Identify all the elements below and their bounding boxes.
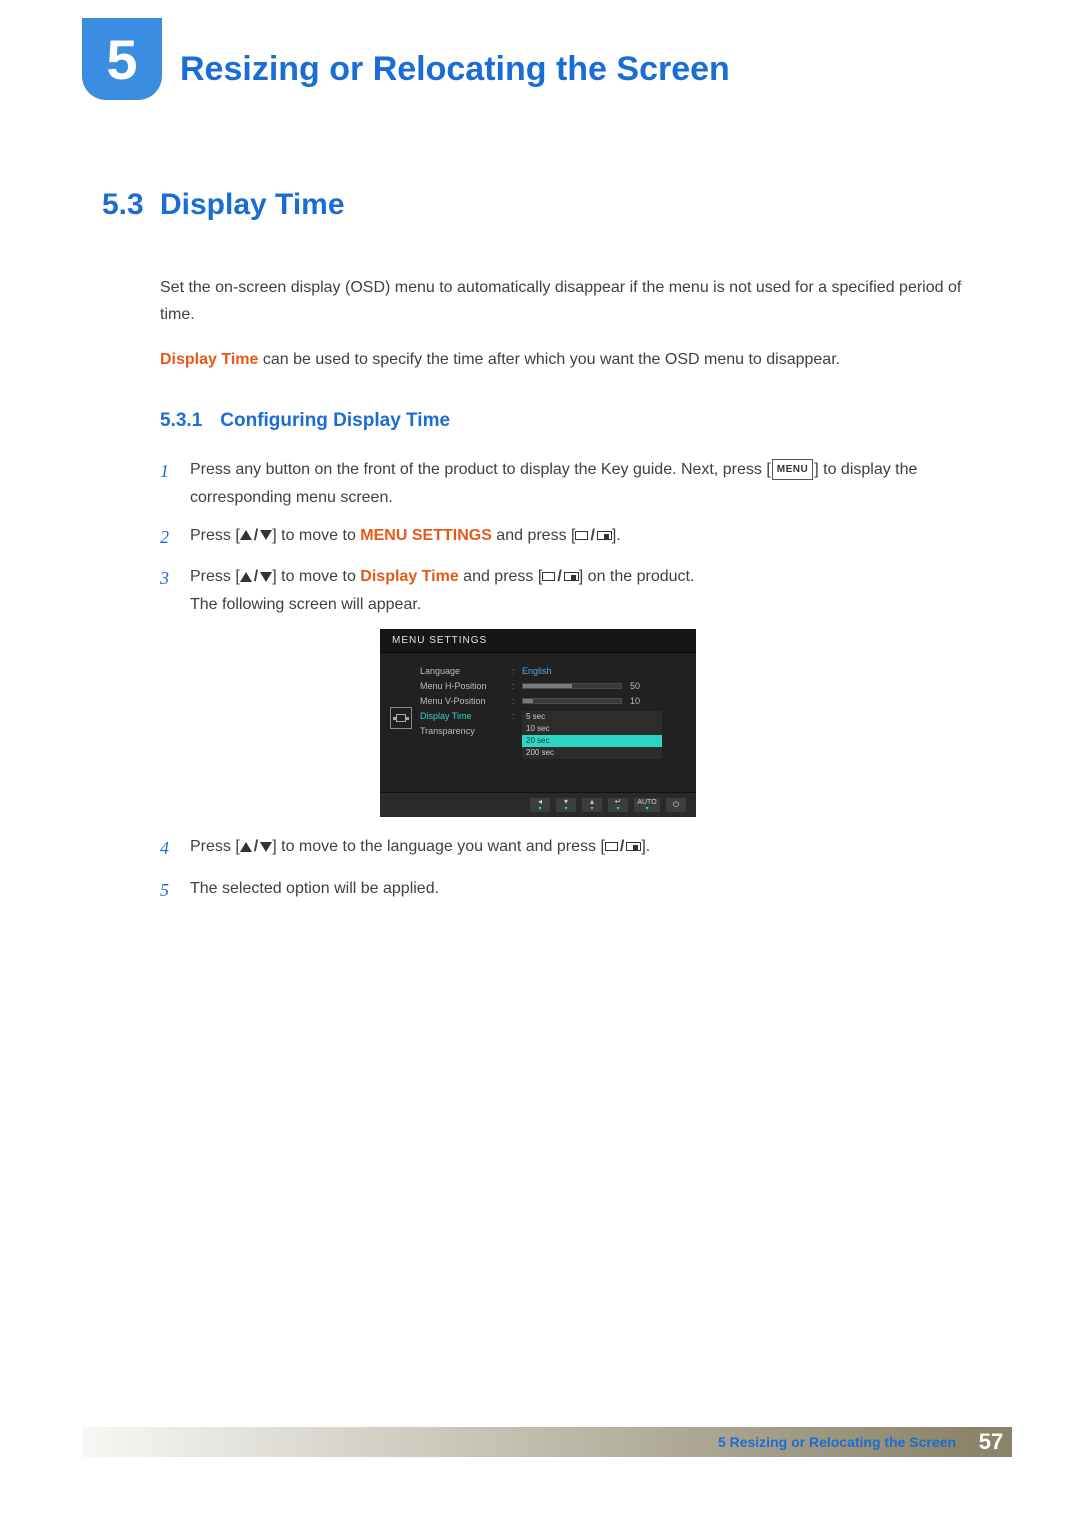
page-footer: 5 Resizing or Relocating the Screen 57 (82, 1427, 1012, 1457)
enter-icon (605, 842, 618, 851)
section: 5.3 Display Time Set the on-screen displ… (0, 100, 1080, 906)
osd-nav-down-icon: ▾▾ (556, 798, 576, 812)
slider-icon (522, 698, 622, 704)
footer-chapter-label: 5 Resizing or Relocating the Screen (704, 1427, 970, 1457)
osd-row-language: Language : English (420, 663, 686, 678)
page-number: 57 (970, 1427, 1012, 1457)
arrow-down-icon (260, 530, 272, 540)
chapter-title: Resizing or Relocating the Screen (180, 20, 730, 89)
slider-icon (522, 683, 622, 689)
step-1: 1 Press any button on the front of the p… (160, 456, 980, 512)
step-text: The selected option will be applied. (190, 875, 980, 907)
osd-row-hposition: Menu H-Position : 50 (420, 678, 686, 693)
osd-panel: MENU SETTINGS Language : English Menu H-… (380, 629, 696, 817)
subsection-number: 5.3.1 (160, 410, 202, 432)
source-icon (564, 572, 579, 581)
osd-options-list: 5 sec 10 sec 20 sec 200 sec (522, 711, 662, 759)
osd-auto-button: AUTO▾ (634, 798, 660, 812)
osd-nav-up-icon: ▴▾ (582, 798, 602, 812)
osd-title: MENU SETTINGS (380, 629, 696, 653)
step-number: 1 (160, 456, 190, 512)
osd-row-displaytime: Display Time : 5 sec 10 sec 20 sec 200 s… (420, 708, 686, 723)
step-number: 4 (160, 833, 190, 865)
subsection-title: Configuring Display Time (220, 410, 450, 432)
osd-nav-left-icon: ◂▾ (530, 798, 550, 812)
step-4: 4 Press [/] to move to the language you … (160, 833, 980, 865)
enter-icon (542, 572, 555, 581)
arrow-up-icon (240, 572, 252, 582)
step-number: 2 (160, 522, 190, 554)
menu-settings-term: MENU SETTINGS (360, 527, 492, 544)
osd-body: Language : English Menu H-Position : 50 … (380, 653, 696, 792)
step-5: 5 The selected option will be applied. (160, 875, 980, 907)
osd-row-vposition: Menu V-Position : 10 (420, 693, 686, 708)
step-3: 3 Press [/] to move to Display Time and … (160, 563, 980, 619)
osd-rows: Language : English Menu H-Position : 50 … (420, 663, 686, 778)
arrow-up-icon (240, 842, 252, 852)
section-header: 5.3 Display Time (102, 188, 980, 222)
highlight-paragraph: Display Time can be used to specify the … (160, 346, 980, 373)
step-text: Press [/] to move to the language you wa… (190, 833, 980, 865)
intro-paragraph: Set the on-screen display (OSD) menu to … (160, 274, 980, 328)
osd-option: 10 sec (522, 723, 662, 735)
step-number: 5 (160, 875, 190, 907)
osd-position-icon (390, 707, 412, 729)
step-text: Press [/] to move to Display Time and pr… (190, 563, 980, 619)
step-followup: The following screen will appear. (190, 591, 980, 619)
osd-option: 200 sec (522, 747, 662, 759)
arrow-up-icon (240, 530, 252, 540)
menu-chip-icon: MENU (772, 459, 813, 481)
osd-power-icon: ⏻ (666, 798, 686, 812)
step-text: Press [/] to move to MENU SETTINGS and p… (190, 522, 980, 554)
step-2: 2 Press [/] to move to MENU SETTINGS and… (160, 522, 980, 554)
section-title: Display Time (160, 188, 345, 222)
step-number: 3 (160, 563, 190, 619)
source-icon (597, 531, 612, 540)
osd-footer: ◂▾ ▾▾ ▴▾ ↵▾ AUTO▾ ⏻ (380, 792, 696, 817)
osd-sidebar (390, 663, 420, 778)
chapter-number-badge: 5 (82, 18, 162, 100)
subsection-header: 5.3.1 Configuring Display Time (160, 410, 980, 432)
steps-list: 1 Press any button on the front of the p… (160, 456, 980, 907)
arrow-down-icon (260, 572, 272, 582)
enter-icon (575, 531, 588, 540)
chapter-header: 5 Resizing or Relocating the Screen (0, 0, 1080, 100)
osd-screenshot: MENU SETTINGS Language : English Menu H-… (380, 629, 980, 817)
arrow-down-icon (260, 842, 272, 852)
step-text: Press any button on the front of the pro… (190, 456, 980, 512)
source-icon (626, 842, 641, 851)
section-number: 5.3 (102, 188, 160, 222)
display-time-term: Display Time (360, 568, 458, 585)
section-body: Set the on-screen display (OSD) menu to … (160, 274, 980, 374)
highlight-term: Display Time (160, 351, 258, 368)
osd-option: 5 sec (522, 711, 662, 723)
osd-option-selected: 20 sec (522, 735, 662, 747)
highlight-rest: can be used to specify the time after wh… (258, 351, 840, 368)
osd-enter-icon: ↵▾ (608, 798, 628, 812)
